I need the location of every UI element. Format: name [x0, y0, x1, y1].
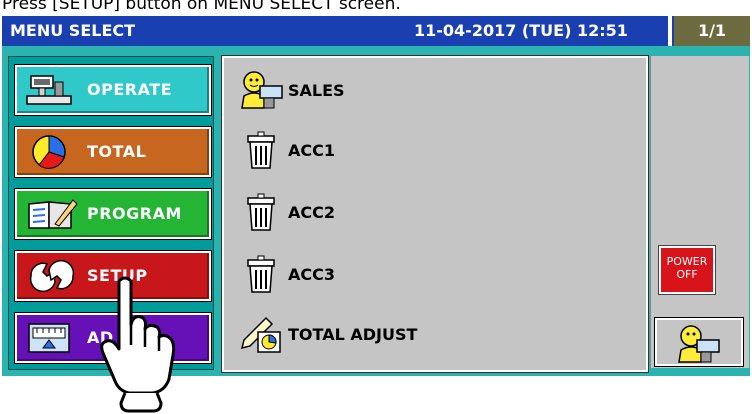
total-adjust-item[interactable]: TOTAL ADJUST: [240, 314, 620, 354]
program-button[interactable]: PROGRAM: [14, 188, 212, 240]
screen-title: MENU SELECT: [10, 21, 136, 40]
power-label: POWER: [666, 255, 708, 268]
program-book-icon: [28, 199, 78, 229]
trash-can-icon: [247, 193, 275, 231]
adjust-scale-icon: [28, 323, 70, 353]
sales-item[interactable]: SALES: [240, 70, 620, 110]
total-label: TOTAL: [87, 142, 147, 161]
trash-can-icon: [247, 131, 275, 169]
acc3-label: ACC3: [288, 265, 335, 284]
operate-button[interactable]: OPERATE: [14, 64, 212, 116]
title-bar: MENU SELECT 11-04-2017 (TUE) 12:51: [2, 16, 750, 46]
operate-label: OPERATE: [87, 80, 173, 99]
acc3-item[interactable]: ACC3: [240, 254, 620, 294]
off-label: OFF: [676, 268, 698, 281]
acc1-item[interactable]: ACC1: [240, 130, 620, 170]
power-off-button[interactable]: POWER OFF: [658, 245, 716, 295]
operate-scale-icon: [26, 75, 72, 105]
page-indicator: 1/1: [674, 16, 750, 46]
acc2-item[interactable]: ACC2: [240, 192, 620, 232]
sales-label: SALES: [288, 81, 345, 100]
pie-chart-icon: [32, 135, 66, 169]
pointing-hand-icon: [100, 276, 176, 413]
total-adjust-label: TOTAL ADJUST: [288, 325, 418, 344]
total-button[interactable]: TOTAL: [14, 126, 212, 178]
trash-can-icon: [247, 255, 275, 293]
user-button[interactable]: [654, 317, 744, 367]
acc1-label: ACC1: [288, 141, 335, 160]
date-time: 11-04-2017 (TUE) 12:51: [414, 21, 628, 40]
sales-clerk-icon: [241, 71, 283, 109]
instruction-caption: Press [SETUP] button on MENU SELECT scre…: [2, 0, 401, 12]
wrench-icon: [29, 259, 75, 293]
program-label: PROGRAM: [87, 204, 182, 223]
pencil-chart-icon: [240, 316, 281, 353]
title-separator: [668, 16, 672, 46]
acc2-label: ACC2: [288, 203, 335, 222]
side-panel: POWER OFF: [650, 56, 749, 368]
user-clerk-icon: [678, 325, 720, 363]
item-panel: SALES ACC1 ACC2 ACC3 TOTAL ADJUST: [221, 55, 649, 373]
